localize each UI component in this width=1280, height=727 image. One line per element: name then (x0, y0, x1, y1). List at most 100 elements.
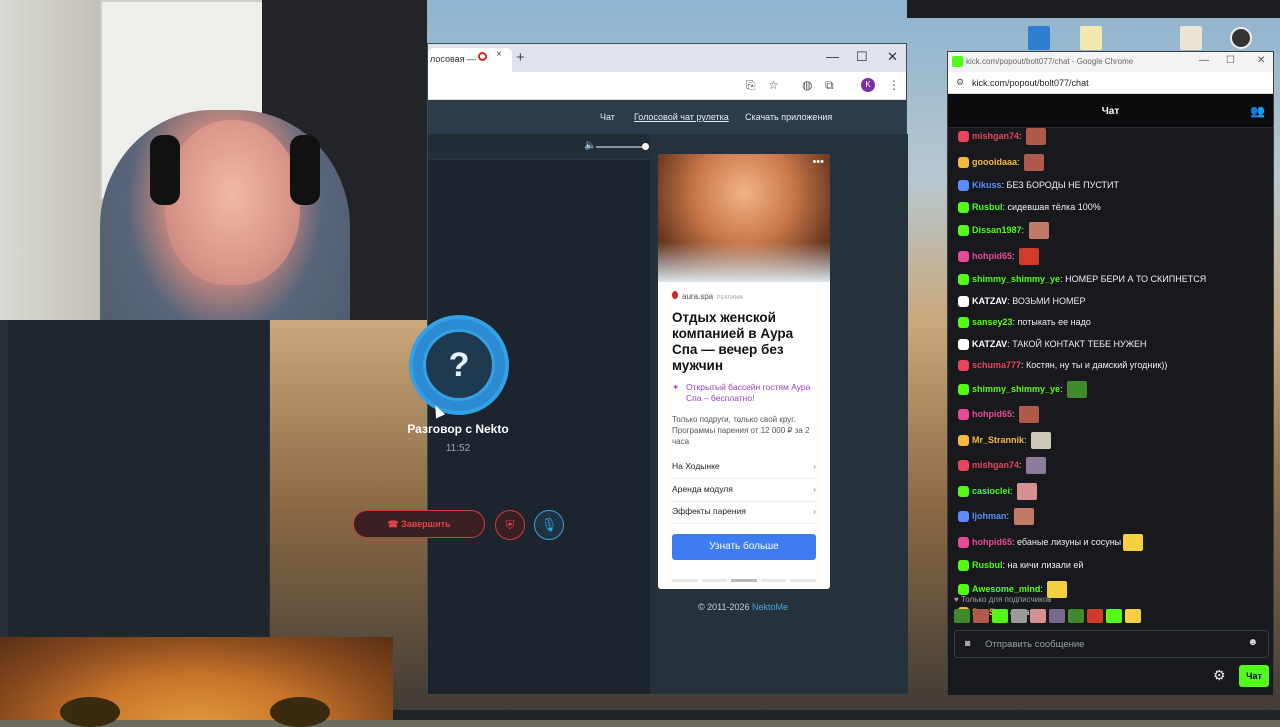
microphone-icon: 🎙 (540, 517, 558, 532)
taskbar (393, 710, 1280, 720)
sub-badge-icon (958, 560, 969, 572)
chat-message: hohpid65: (958, 406, 1264, 423)
tab-close-icon[interactable]: × (496, 49, 502, 60)
chat-username[interactable]: mishgan74 (972, 460, 1019, 470)
volume-knob[interactable] (642, 143, 649, 150)
site-background-left (0, 320, 270, 637)
chat-message: shimmy_shimmy_ye: НОМЕР БЕРИ А ТО СКИПНЕ… (958, 273, 1264, 286)
ad-link-2[interactable]: Аренда модуля › (672, 484, 816, 502)
chat-close-button[interactable]: ✕ (1257, 55, 1265, 66)
gear-icon[interactable]: ⚙ (1213, 667, 1226, 684)
emote-icon (1013, 508, 1034, 525)
chat-text: ТАКОЙ КОНТАКТ ТЕБЕ НУЖЕН (1012, 338, 1147, 349)
extension-icon[interactable]: ◍ (802, 78, 812, 92)
chat-username[interactable]: Rusbul (972, 202, 1003, 212)
chat-username[interactable]: Kikuss (972, 180, 1002, 190)
profile-avatar[interactable]: K (861, 78, 875, 92)
chat-username[interactable]: hohpid65 (972, 250, 1012, 260)
chat-input-placeholder: Отправить сообщение (985, 639, 1085, 650)
ad-link-1[interactable]: На Ходынке › (672, 461, 816, 479)
volume-slider[interactable] (596, 146, 644, 148)
chat-username[interactable]: shimmy_shimmy_ye (972, 274, 1060, 284)
ad-source: aura.spa РЕКЛАМА (672, 291, 743, 301)
sub-badge-icon (958, 201, 969, 213)
chat-username[interactable]: ljohman (972, 511, 1007, 521)
end-call-button[interactable]: ☎ Завершить (353, 510, 485, 538)
extensions-puzzle-icon[interactable]: ⧉ (825, 78, 834, 93)
menu-dots-icon[interactable]: ⋮ (888, 78, 900, 92)
chat-username[interactable]: casioclei (972, 485, 1010, 495)
emote-bar[interactable] (954, 609, 1154, 625)
sub-badge-icon (958, 511, 969, 522)
chat-message-input[interactable]: ◙ Отправить сообщение ☻ (954, 630, 1269, 658)
chat-username[interactable]: schuma777 (972, 360, 1021, 370)
nav-download-apps[interactable]: Скачать приложения (745, 112, 832, 122)
sub-badge-icon (958, 583, 969, 595)
call-title: Разговор с Nekto (407, 422, 509, 436)
chat-address-bar[interactable]: ⚙ kick.com/popout/bolt077/chat (948, 72, 1273, 94)
ad-image[interactable] (658, 154, 830, 282)
system-top-bar (907, 0, 1280, 18)
chat-username[interactable]: Dissan1987 (972, 225, 1022, 235)
chat-username[interactable]: KATZAV (972, 296, 1007, 306)
sub-badge-icon (958, 360, 969, 372)
chat-username[interactable]: shimmy_shimmy_ye (972, 383, 1060, 393)
ad-link-3[interactable]: Эффекты парения › (672, 506, 816, 524)
chat-username[interactable]: Mr_Strannik (972, 434, 1024, 444)
obs-icon[interactable] (1230, 27, 1252, 49)
site-header: Чат Голосовой чат рулетка Скачать прилож… (428, 100, 906, 134)
nekto-avatar: ? (409, 315, 509, 415)
maximize-button[interactable]: ☐ (856, 49, 868, 65)
chat-message: Dissan1987: (958, 222, 1264, 239)
users-icon[interactable]: 👥 (1250, 104, 1265, 118)
chat-message: hohpid65: ебаные лизуны и сосуны (958, 533, 1264, 551)
ad-menu-icon[interactable]: ••• (812, 156, 824, 168)
close-window-button[interactable]: ✕ (887, 49, 898, 65)
new-tab-button[interactable]: + (516, 49, 525, 66)
chat-username[interactable]: KATZAV (972, 339, 1007, 349)
ad-learn-more-button[interactable]: Узнать больше (672, 534, 816, 560)
tab-title: лосовая — (430, 54, 477, 64)
nav-voice-roulette[interactable]: Голосовой чат рулетка (634, 112, 729, 122)
ad-card[interactable]: ••• aura.spa РЕКЛАМА Отдых женской компан… (658, 154, 830, 589)
question-icon: ? (423, 329, 495, 401)
chat-username[interactable]: sansey23 (972, 317, 1013, 327)
emote-icon (1017, 482, 1038, 500)
chat-username[interactable]: goooidaaa (972, 156, 1017, 166)
chat-message: mishgan74: (958, 457, 1264, 474)
minimize-button[interactable]: — (826, 49, 839, 64)
ad-title[interactable]: Отдых женской компанией в Аура Спа — веч… (672, 310, 822, 374)
chat-username[interactable]: mishgan74 (972, 131, 1019, 141)
chat-username[interactable]: Rusbul (972, 560, 1003, 570)
desktop-icon[interactable] (1080, 26, 1102, 50)
desktop-icon[interactable] (1180, 26, 1202, 50)
bookmark-star-icon[interactable]: ☆ (768, 78, 779, 92)
install-app-icon[interactable]: ⎘ (746, 78, 756, 93)
report-shield-button[interactable]: ⛨ (495, 510, 525, 540)
address-bar[interactable]: ⎘ ☆ ◍ ⧉ K ⋮ (428, 72, 906, 100)
chat-username[interactable]: Awesome_mind (972, 583, 1040, 593)
kick-logo-icon (952, 56, 963, 67)
heart-icon: ♥ (954, 595, 961, 604)
chat-message: Mr_Strannik: (958, 431, 1264, 449)
emoji-icon[interactable]: ☻ (1247, 637, 1258, 648)
chat-messages: mishgan74: goooidaaa: Kikuss: БЕЗ БОРОДЫ… (958, 128, 1264, 628)
emote-icon (1019, 406, 1040, 423)
chat-username[interactable]: hohpid65 (972, 409, 1012, 419)
volume-icon[interactable]: 🔈 (584, 140, 596, 151)
chat-username[interactable]: hohpid65 (972, 536, 1012, 546)
chat-text: ВОЗЬМИ НОМЕР (1012, 295, 1086, 306)
chat-minimize-button[interactable]: — (1199, 55, 1209, 66)
emote-icon (1067, 380, 1088, 398)
chat-send-button[interactable]: Чат (1239, 665, 1269, 687)
desktop-icon[interactable] (1028, 26, 1050, 50)
sparkle-icon: ✦ (672, 382, 680, 392)
copyright-link[interactable]: NektoMe (752, 602, 788, 612)
chat-maximize-button[interactable]: ☐ (1226, 55, 1235, 66)
microphone-button[interactable]: 🎙 (534, 510, 564, 540)
sub-badge-icon (958, 536, 969, 548)
sub-badge-icon (958, 409, 969, 420)
nav-chat[interactable]: Чат (600, 112, 615, 122)
chat-text: на кичи лизали ей (1007, 560, 1084, 570)
chat-message: hohpid65: (958, 247, 1264, 265)
